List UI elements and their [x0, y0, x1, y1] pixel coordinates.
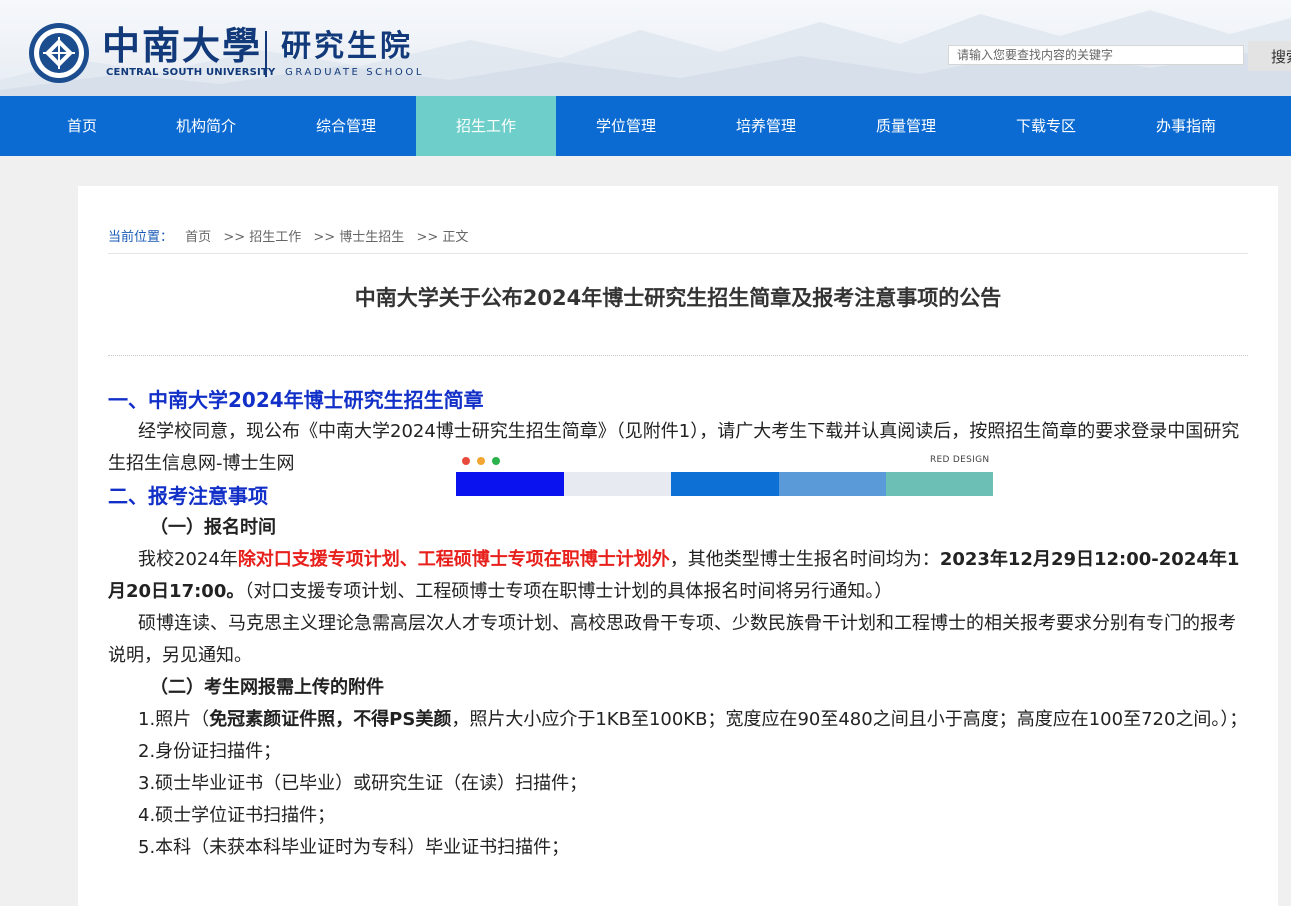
school-name-en: GRADUATE SCHOOL: [285, 67, 424, 78]
orange-dot-icon: [477, 457, 485, 465]
breadcrumb-current: >> 正文: [416, 230, 469, 245]
nav-item-training[interactable]: 培养管理: [696, 96, 836, 156]
photo-text-a: 1.照片（: [138, 709, 210, 730]
attachment-item-masters-cert: 3.硕士毕业证书（已毕业）或研究生证（在读）扫描件；: [138, 773, 588, 794]
breadcrumb-label: 当前位置：: [108, 230, 174, 245]
breadcrumb-admissions[interactable]: >> 招生工作: [223, 230, 301, 245]
attachment-item-bachelor-cert: 5.本科（未获本科毕业证时为专科）毕业证书扫描件；: [138, 837, 570, 858]
school-name-cn[interactable]: 研究生院: [281, 27, 413, 67]
red-dot-icon: [462, 457, 470, 465]
swatch-3: [671, 472, 779, 496]
attachment-item-photo: 1.照片（免冠素颜证件照，不得PS美颜，照片大小应介于1KB至100KB；宽度应…: [108, 704, 1248, 736]
color-palette-overlay: RED DESIGN: [456, 453, 996, 499]
photo-text-b: ，照片大小应介于1KB至100KB；宽度应在90至480之间且小于高度；高度应在…: [451, 709, 1248, 730]
photo-req-1: 免冠素颜证件照: [209, 709, 336, 730]
swatch-5: [886, 472, 993, 496]
reg-exception-highlight: 除对口支援专项计划、工程硕博士专项在职博士计划外: [237, 549, 670, 570]
breadcrumb-divider: [108, 253, 1248, 254]
sub1-heading: （一）报名时间: [150, 517, 276, 538]
photo-sep: ，: [335, 709, 354, 730]
nav-item-downloads[interactable]: 下载专区: [976, 96, 1116, 156]
nav-item-about[interactable]: 机构简介: [136, 96, 276, 156]
article-title: 中南大学关于公布2024年博士研究生招生简章及报考注意事项的公告: [354, 286, 1002, 310]
nav-item-general-admin[interactable]: 综合管理: [276, 96, 416, 156]
search-button[interactable]: 搜索: [1248, 41, 1291, 71]
green-dot-icon: [492, 457, 500, 465]
article-card: 当前位置： 首页 >> 招生工作 >> 博士生招生 >> 正文 中南大学关于公布…: [78, 186, 1278, 906]
swatch-4: [779, 472, 886, 496]
university-emblem-icon[interactable]: [28, 22, 90, 84]
attachment-item-id: 2.身份证扫描件；: [138, 741, 282, 762]
university-name-cn[interactable]: 中南大學: [102, 24, 262, 68]
nav-item-guide[interactable]: 办事指南: [1116, 96, 1256, 156]
section1-heading: 一、中南大学2024年博士研究生招生简章: [108, 388, 484, 412]
sub2-heading: （二）考生网报需上传的附件: [150, 677, 384, 698]
swatch-1: [456, 472, 564, 496]
search-input[interactable]: [948, 45, 1244, 65]
university-name-en: CENTRAL SOUTH UNIVERSITY: [106, 67, 276, 78]
title-divider: [108, 355, 1248, 356]
nav-item-quality[interactable]: 质量管理: [836, 96, 976, 156]
logo-divider: [265, 31, 267, 77]
photo-req-2: 不得PS美颜: [353, 709, 452, 730]
reg-text-b: ，其他类型博士生报名时间均为：: [669, 549, 940, 570]
reg-text-a: 我校2024年: [138, 549, 238, 570]
palette-label: RED DESIGN: [930, 455, 990, 465]
reg-note: （对口支援专项计划、工程硕博士专项在职博士计划的具体报名时间将另行通知。）: [244, 581, 893, 602]
site-header: 中南大學 CENTRAL SOUTH UNIVERSITY 研究生院 GRADU…: [0, 0, 1291, 96]
registration-time-paragraph: 我校2024年除对口支援专项计划、工程硕博士专项在职博士计划外，其他类型博士生报…: [108, 544, 1248, 608]
breadcrumb-phd-admissions[interactable]: >> 博士生招生: [313, 230, 404, 245]
breadcrumb: 当前位置： 首页 >> 招生工作 >> 博士生招生 >> 正文: [108, 226, 476, 245]
main-nav: 首页 机构简介 综合管理 招生工作 学位管理 培养管理 质量管理 下载专区 办事…: [0, 96, 1291, 156]
breadcrumb-home[interactable]: 首页: [185, 230, 211, 245]
nav-item-admissions[interactable]: 招生工作: [416, 96, 556, 156]
nav-item-degree[interactable]: 学位管理: [556, 96, 696, 156]
swatch-2: [564, 472, 671, 496]
special-programs-paragraph: 硕博连读、马克思主义理论急需高层次人才专项计划、高校思政骨干专项、少数民族骨干计…: [108, 613, 1236, 666]
attachment-item-masters-degree: 4.硕士学位证书扫描件；: [138, 805, 336, 826]
